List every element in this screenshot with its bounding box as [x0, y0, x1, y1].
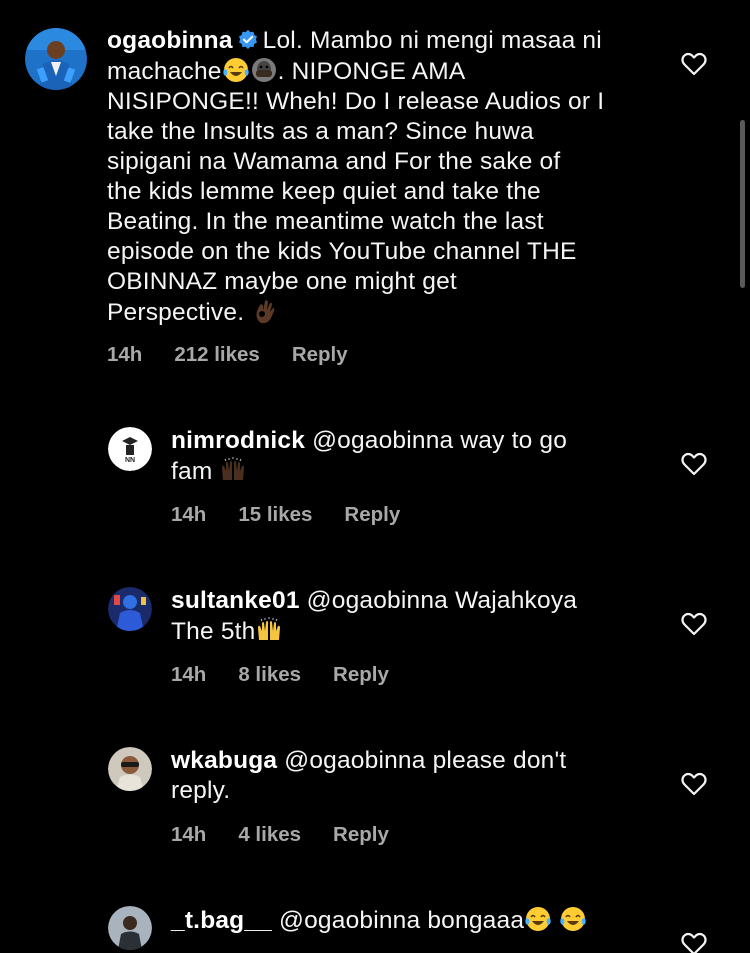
svg-text:NN: NN	[125, 457, 135, 464]
comment-body: nimrodnick @ogaobinna way to go fam	[171, 426, 641, 487]
avatar[interactable]	[108, 587, 152, 631]
mention-link[interactable]: @ogaobinna	[312, 427, 453, 454]
timestamp: 14h	[107, 343, 143, 366]
mention-link[interactable]: @ogaobinna	[279, 907, 420, 934]
comment-text-line: Perspective.	[107, 299, 245, 326]
comment-text-line: . NIPONGE AMA	[277, 58, 466, 85]
likes-count[interactable]: 4 likes	[238, 823, 301, 847]
likes-count[interactable]: 15 likes	[238, 503, 312, 527]
comment-meta: 14h 15 likes Reply	[171, 503, 432, 527]
reply-button[interactable]: Reply	[333, 663, 389, 687]
tears-of-joy-emoji-icon	[222, 58, 249, 82]
comment-meta: 14h 212 likes Reply	[107, 343, 380, 367]
comment-body: _t.bag__ @ogaobinna bongaaa	[171, 905, 651, 936]
comment-text-line: NISIPONGE!! Wheh! Do I release Audios or…	[107, 88, 605, 115]
avatar[interactable]	[108, 747, 152, 791]
heart-outline-icon[interactable]	[681, 772, 707, 796]
scrollbar[interactable]	[740, 120, 745, 288]
comment-body: wkabuga @ogaobinna please don't reply.	[171, 746, 641, 806]
comment-text: bongaaa	[427, 907, 525, 934]
heart-outline-icon[interactable]	[681, 612, 707, 636]
heart-outline-icon[interactable]	[681, 452, 707, 476]
comment-text-line: take the Insults as a man? Since huwa	[107, 118, 534, 145]
reply-button[interactable]: Reply	[292, 343, 348, 367]
comment-body: sultanke01 @ogaobinna Wajahkoya The 5th	[171, 586, 641, 647]
likes-count[interactable]: 212 likes	[174, 343, 260, 367]
timestamp: 14h	[171, 663, 207, 686]
username[interactable]: _t.bag__	[171, 907, 272, 934]
comment-text-line: machache	[107, 58, 222, 85]
comment-text-line: OBINNAZ maybe one might get	[107, 268, 457, 295]
comment-text: please don't	[432, 747, 567, 774]
tears-of-joy-emoji-icon	[560, 907, 586, 931]
raising-hands-emoji-icon	[222, 457, 245, 480]
comment-text: reply.	[171, 777, 231, 804]
raising-hands-emoji-icon	[258, 617, 281, 640]
comment-text-line: episode on the kids YouTube channel THE	[107, 238, 577, 265]
avatar[interactable]	[108, 906, 152, 950]
mention-link[interactable]: @ogaobinna	[307, 587, 448, 614]
comment-text-line: Lol. Mambo ni mengi masaa ni	[262, 27, 602, 54]
comment-text: The 5th	[171, 618, 256, 645]
comment-text: fam	[171, 458, 213, 485]
comment-meta: 14h 4 likes Reply	[171, 823, 421, 847]
heart-outline-icon[interactable]	[681, 52, 707, 76]
reply-button[interactable]: Reply	[333, 823, 389, 847]
username[interactable]: nimrodnick	[171, 427, 305, 454]
comment-body: ogaobinna Lol. Mambo ni mengi masaa ni ma…	[107, 26, 667, 328]
timestamp: 14h	[171, 503, 207, 526]
avatar[interactable]	[25, 28, 87, 90]
comment-text: Wajahkoya	[455, 587, 578, 614]
ok-hand-emoji-icon	[256, 300, 275, 324]
username[interactable]: ogaobinna	[107, 27, 233, 54]
mention-link[interactable]: @ogaobinna	[284, 747, 425, 774]
speak-no-evil-monkey-emoji-icon	[251, 58, 276, 82]
likes-count[interactable]: 8 likes	[238, 663, 301, 687]
timestamp: 14h	[171, 823, 207, 846]
heart-outline-icon[interactable]	[681, 932, 707, 953]
comment-text: way to go	[460, 427, 568, 454]
username[interactable]: wkabuga	[171, 747, 277, 774]
comment-text-line: the kids lemme keep quiet and take the	[107, 178, 541, 205]
verified-badge-icon	[238, 29, 257, 49]
comments-screen: ogaobinna Lol. Mambo ni mengi masaa ni ma…	[0, 0, 750, 953]
avatar[interactable]: NN	[108, 427, 152, 471]
username[interactable]: sultanke01	[171, 587, 300, 614]
tears-of-joy-emoji-icon	[525, 907, 551, 931]
comment-text-line: Beating. In the meantime watch the last	[107, 208, 544, 235]
reply-button[interactable]: Reply	[344, 503, 400, 527]
comment-meta: 14h 8 likes Reply	[171, 663, 421, 687]
comment-text-line: sipigani na Wamama and For the sake of	[107, 148, 561, 175]
